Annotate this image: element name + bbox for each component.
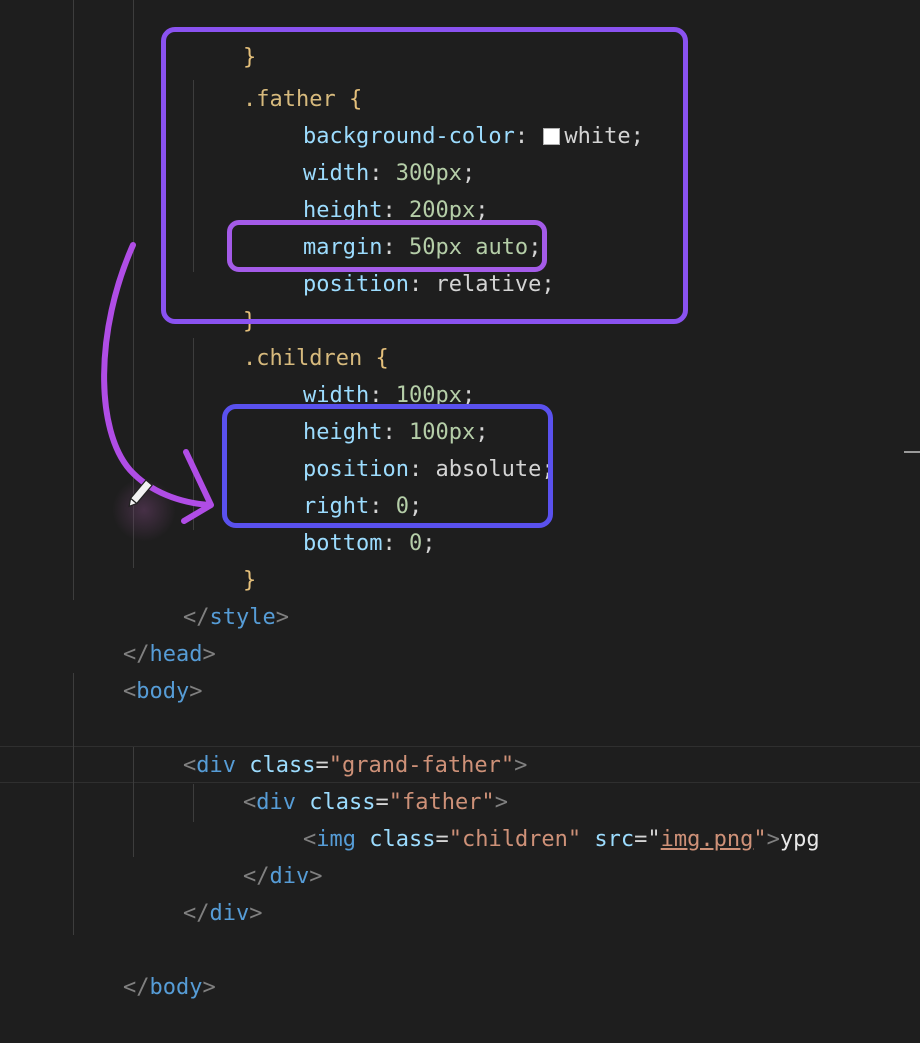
code-editor[interactable]: } .father { background-color: white; wid… xyxy=(0,0,920,1000)
pencil-cursor-icon xyxy=(128,479,153,508)
annotation-overlay xyxy=(101,242,214,524)
arrow-head-icon xyxy=(181,449,214,524)
